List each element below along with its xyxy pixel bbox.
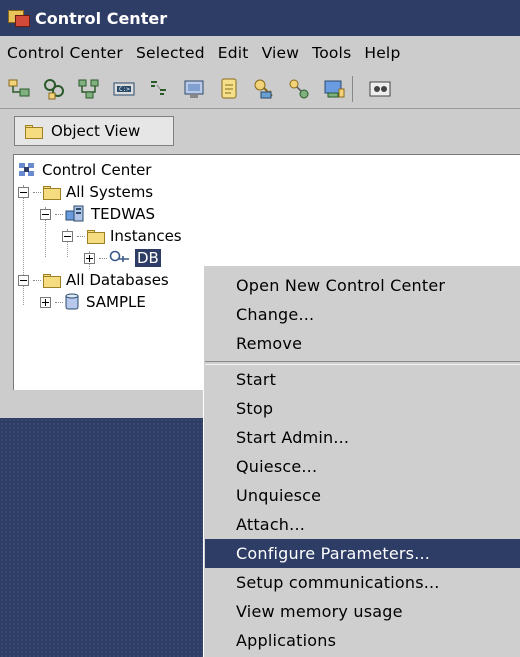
show-hide-icon[interactable]	[367, 76, 393, 102]
tree-label-all-systems: All Systems	[66, 183, 154, 201]
instances-icon[interactable]	[41, 76, 67, 102]
journal-icon[interactable]	[181, 76, 207, 102]
collapse-toggle[interactable]	[18, 274, 29, 286]
object-view-bar: Object View	[0, 110, 520, 152]
tree-label-tedwas: TEDWAS	[91, 205, 155, 223]
title-bar[interactable]: Control Center	[0, 0, 520, 36]
collapse-toggle[interactable]	[18, 186, 29, 198]
development-center-icon[interactable]	[321, 76, 347, 102]
menu-view[interactable]: View	[262, 44, 300, 62]
context-menu: Open New Control Center Change... Remove…	[203, 265, 520, 657]
license-center-icon[interactable]	[251, 76, 277, 102]
menu-bar: Control Center Selected Edit View Tools …	[0, 37, 520, 69]
folder-icon	[43, 186, 61, 200]
toolbar-divider	[0, 108, 520, 109]
control-center-window: Control Center Control Center Selected E…	[0, 0, 520, 657]
window-title: Control Center	[35, 8, 168, 28]
menu-control-center[interactable]: Control Center	[7, 44, 123, 62]
svg-text:C:>: C:>	[119, 86, 130, 93]
tree-label-sample: SAMPLE	[86, 293, 146, 311]
menu-item-remove[interactable]: Remove	[205, 329, 520, 358]
system-computer-icon	[65, 205, 84, 222]
folder-icon	[43, 274, 61, 288]
menu-item-change[interactable]: Change...	[205, 300, 520, 329]
menu-item-open-new-control-center[interactable]: Open New Control Center	[205, 271, 520, 300]
tree-item-sample[interactable]: SAMPLE	[40, 291, 146, 313]
tree-label-control-center: Control Center	[42, 161, 152, 179]
tree-item-instances[interactable]: Instances	[62, 225, 182, 247]
object-view-tab[interactable]: Object View	[14, 116, 174, 146]
menu-item-configure-parameters[interactable]: Configure Parameters...	[205, 539, 520, 568]
tree-item-tedwas[interactable]: TEDWAS	[40, 203, 155, 225]
expand-toggle[interactable]	[84, 252, 95, 264]
menu-item-applications[interactable]: Applications	[205, 626, 520, 655]
script-center-icon[interactable]	[146, 76, 172, 102]
instance-icon	[109, 250, 129, 262]
menu-selected[interactable]: Selected	[136, 44, 205, 62]
toolbar-separator	[352, 76, 359, 102]
menu-help[interactable]: Help	[364, 44, 400, 62]
menu-item-quiesce[interactable]: Quiesce...	[205, 452, 520, 481]
tree-item-all-systems[interactable]: All Systems	[18, 181, 153, 203]
expand-toggle[interactable]	[40, 296, 51, 308]
menu-item-attach[interactable]: Attach...	[205, 510, 520, 539]
menu-item-start-admin[interactable]: Start Admin...	[205, 423, 520, 452]
menu-edit[interactable]: Edit	[218, 44, 249, 62]
tree-label-all-databases: All Databases	[66, 271, 169, 289]
systems-icon[interactable]	[6, 76, 32, 102]
collapse-toggle[interactable]	[40, 208, 51, 220]
replication-icon[interactable]	[286, 76, 312, 102]
tree-item-db-instance[interactable]: DB	[84, 247, 161, 269]
menu-tools[interactable]: Tools	[312, 44, 351, 62]
menu-item-view-memory-usage[interactable]: View memory usage	[205, 597, 520, 626]
collapse-toggle[interactable]	[62, 230, 73, 242]
control-center-tree-icon	[19, 163, 34, 176]
databases-icon[interactable]	[76, 76, 102, 102]
tree-item-all-databases[interactable]: All Databases	[18, 269, 169, 291]
database-icon	[65, 293, 79, 310]
command-center-icon[interactable]: C:>	[111, 76, 137, 102]
menu-item-setup-communications[interactable]: Setup communications...	[205, 568, 520, 597]
menu-item-start[interactable]: Start	[205, 365, 520, 394]
control-center-app-icon	[8, 9, 30, 27]
folder-icon	[87, 230, 105, 244]
tree-label-db-instance: DB	[135, 249, 161, 267]
task-center-icon[interactable]	[216, 76, 242, 102]
object-view-label: Object View	[51, 122, 141, 140]
toolbar: C:>	[0, 70, 520, 108]
menu-item-stop[interactable]: Stop	[205, 394, 520, 423]
tree-item-control-center[interactable]: Control Center	[18, 159, 151, 181]
tree-label-instances: Instances	[110, 227, 182, 245]
folder-icon	[25, 125, 43, 139]
menu-item-unquiesce[interactable]: Unquiesce	[205, 481, 520, 510]
